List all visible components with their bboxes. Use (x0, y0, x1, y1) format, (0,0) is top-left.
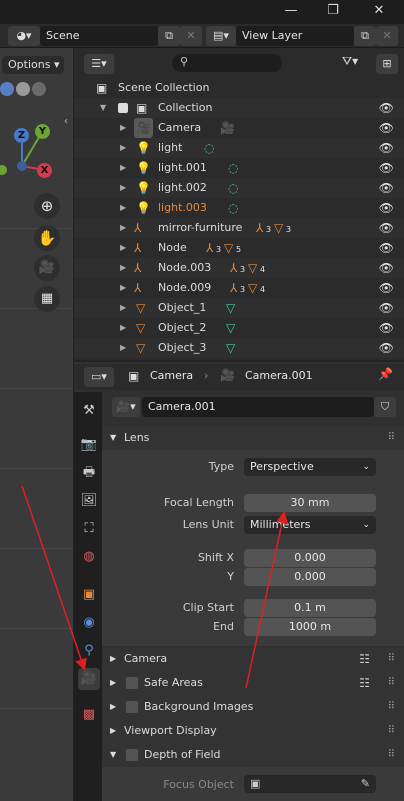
annotation-arrow-to-camera-tab (21, 485, 87, 671)
annotation-arrows (21, 485, 288, 689)
annotation-arrow-to-focal-length (245, 511, 288, 689)
